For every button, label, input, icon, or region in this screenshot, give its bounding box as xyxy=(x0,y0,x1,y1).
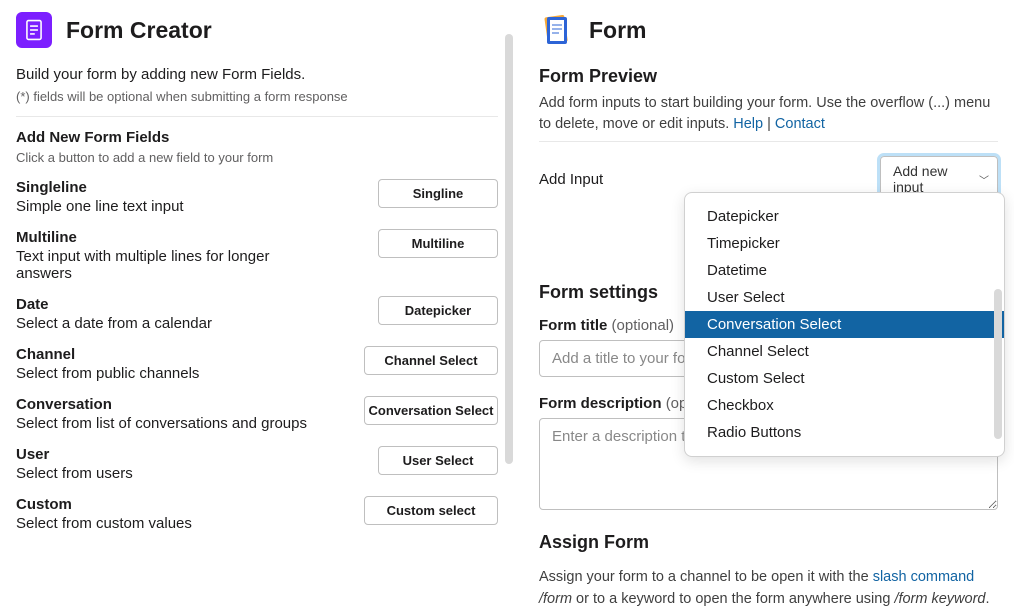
field-desc: Select from custom values xyxy=(16,515,192,532)
field-title: Custom xyxy=(16,496,192,513)
field-info: Singleline Simple one line text input xyxy=(16,179,184,215)
divider xyxy=(539,141,998,142)
add-input-label: Add Input xyxy=(539,171,603,188)
dropdown-item-user-select[interactable]: User Select xyxy=(685,284,1004,311)
chevron-down-icon: ﹀ xyxy=(979,172,989,187)
add-fields-title: Add New Form Fields xyxy=(16,129,498,146)
field-row: SinglelineSimple one line text inputSing… xyxy=(16,179,498,215)
dropdown-item-radio-buttons[interactable]: Radio Buttons xyxy=(685,419,1004,446)
field-info: Date Select a date from a calendar xyxy=(16,296,212,332)
field-desc: Select from users xyxy=(16,465,133,482)
dropdown-item-checkbox[interactable]: Checkbox xyxy=(685,392,1004,419)
add-channel-button[interactable]: Channel Select xyxy=(364,346,498,375)
add-input-select-label: Add new input xyxy=(893,163,973,195)
divider xyxy=(16,116,498,117)
form-creator-pane: Form Creator Build your form by adding n… xyxy=(0,0,515,610)
field-row: Multiline Text input with multiple lines … xyxy=(16,229,498,282)
field-row: ChannelSelect from public channelsChanne… xyxy=(16,346,498,382)
pane-header: Form Creator xyxy=(16,12,498,48)
form-creator-icon xyxy=(24,19,44,41)
scrollbar[interactable] xyxy=(504,34,514,514)
add-fields-hint: Click a button to add a new field to you… xyxy=(16,150,498,165)
form-preview-desc: Add form inputs to start building your f… xyxy=(539,93,998,135)
hint-text: (*) fields will be optional when submitt… xyxy=(16,89,498,104)
assign-form-title: Assign Form xyxy=(539,532,998,553)
field-row: User Select from users User Select xyxy=(16,446,498,482)
slash-command-link[interactable]: slash command xyxy=(873,569,975,585)
dropdown-item-datetime[interactable]: Datetime xyxy=(685,257,1004,284)
form-icon xyxy=(539,12,575,48)
dropdown-item-conversation-select[interactable]: Conversation Select xyxy=(685,311,1004,338)
field-desc: Select a date from a calendar xyxy=(16,315,212,332)
add-input-dropdown[interactable]: DatepickerTimepickerDatetimeUser SelectC… xyxy=(684,192,1005,457)
field-desc: Text input with multiple lines for longe… xyxy=(16,248,326,282)
form-preview-title: Form Preview xyxy=(539,66,998,87)
field-title: Channel xyxy=(16,346,199,363)
field-row: Date Select a date from a calendar Datepic… xyxy=(16,296,498,332)
add-conversation-button[interactable]: Conversation Select xyxy=(364,396,498,425)
add-date-button[interactable]: Datepicker xyxy=(378,296,498,325)
field-desc: Select from public channels xyxy=(16,365,199,382)
help-link[interactable]: Help xyxy=(733,116,763,132)
dropdown-item-custom-select[interactable]: Custom Select xyxy=(685,365,1004,392)
dropdown-item-datepicker[interactable]: Datepicker xyxy=(685,203,1004,230)
field-row: Conversation Select from list of conversa… xyxy=(16,396,498,432)
field-info: Conversation Select from list of conversa… xyxy=(16,396,307,432)
field-title: Multiline xyxy=(16,229,326,246)
field-desc: Select from list of conversations and gr… xyxy=(16,415,307,432)
dropdown-item-channel-select[interactable]: Channel Select xyxy=(685,338,1004,365)
field-info: Channel Select from public channels xyxy=(16,346,199,382)
field-row: Custom Select from custom values Custom se… xyxy=(16,496,498,532)
field-info: User Select from users xyxy=(16,446,133,482)
field-title: Singleline xyxy=(16,179,184,196)
field-info: Multiline Text input with multiple lines … xyxy=(16,229,326,282)
form-title: Form xyxy=(589,17,647,44)
scrollbar-thumb[interactable] xyxy=(505,34,513,464)
add-custom-button[interactable]: Custom select xyxy=(364,496,498,525)
field-desc: Simple one line text input xyxy=(16,198,184,215)
pane-header-right: Form xyxy=(539,12,998,48)
dropdown-item-timepicker[interactable]: Timepicker xyxy=(685,230,1004,257)
field-info: Custom Select from custom values xyxy=(16,496,192,532)
field-title: User xyxy=(16,446,133,463)
page-title: Form Creator xyxy=(66,17,212,44)
form-preview-pane: Form Form Preview Add form inputs to sta… xyxy=(515,0,1014,610)
assign-form-desc: Assign your form to a channel to be open… xyxy=(539,567,998,610)
add-multiline-button[interactable]: Multiline xyxy=(378,229,498,258)
contact-link[interactable]: Contact xyxy=(775,116,825,132)
add-singleline-button[interactable]: Singline xyxy=(378,179,498,208)
intro-text: Build your form by adding new Form Field… xyxy=(16,66,498,83)
field-title: Date xyxy=(16,296,212,313)
field-title: Conversation xyxy=(16,396,307,413)
dropdown-scrollbar-thumb[interactable] xyxy=(994,289,1002,439)
add-user-button[interactable]: User Select xyxy=(378,446,498,475)
app-icon xyxy=(16,12,52,48)
